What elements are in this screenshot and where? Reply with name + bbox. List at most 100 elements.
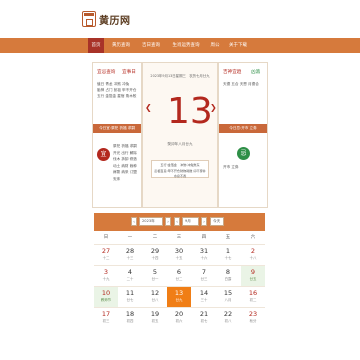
nav-item-download[interactable]: 关于下载	[224, 38, 252, 53]
month-select[interactable]: 9月	[182, 217, 199, 226]
left-header-bar: 今日宜:祭祀 祈福 求嗣	[93, 124, 141, 133]
calendar-day-number: 30	[174, 247, 184, 255]
nav-item-lucky-days[interactable]: 吉日查询	[137, 38, 165, 53]
calendar-day-cell[interactable]: 30 十五	[167, 245, 191, 265]
calendar-day-number: 27	[101, 247, 111, 255]
calendar-day-cell[interactable]: 14 三十	[192, 287, 216, 307]
calendar-lunar-label: 初八	[224, 319, 232, 323]
calendar-day-number: 19	[150, 310, 160, 318]
nav-item-zodiac[interactable]: 生肖运势查询	[166, 38, 206, 53]
calendar-lunar-label: 二十	[126, 277, 134, 281]
calendar-day-cell[interactable]: 1 十七	[216, 245, 240, 265]
calendar-day-cell[interactable]: 28 十三	[118, 245, 142, 265]
calendar-lunar-label: 十九	[102, 277, 110, 281]
calendar-day-cell[interactable]: 6 廿二	[167, 266, 191, 286]
calendar-day-cell[interactable]: 18 初四	[118, 308, 142, 328]
calendar-day-number: 13	[174, 289, 184, 297]
calendar-day-number: 18	[125, 310, 135, 318]
calendar-day-number: 28	[125, 247, 135, 255]
calendar-lunar-label: 十八	[249, 256, 257, 260]
calendar-day-cell[interactable]: 19 初五	[143, 308, 167, 328]
calendar-day-cell[interactable]: 31 十六	[192, 245, 216, 265]
calendar-header: ‹ 2023年 › ‹ 9月 › 今天	[94, 213, 265, 231]
calendar-day-number: 16	[248, 289, 258, 297]
calendar-day-number: 23	[248, 310, 258, 318]
ji-list: 开市 立券	[223, 165, 239, 169]
main-nav: 首页 黄历查询 吉日查询 生肖运势查询 周公 关于下载	[0, 38, 360, 53]
left-row: 五行 金箔金 星宿 角木蛟	[97, 94, 137, 98]
top-bar: 黄历网	[0, 0, 360, 38]
calendar-lunar-label: 廿三	[200, 277, 208, 281]
year-select[interactable]: 2023年	[139, 217, 163, 226]
calendar-day-cell[interactable]: 4 二十	[118, 266, 142, 286]
calendar-day-cell[interactable]: 21 初七	[192, 308, 216, 328]
calendar-day-cell[interactable]: 29 十四	[143, 245, 167, 265]
calendar-day-cell[interactable]: 16 初二	[241, 287, 265, 307]
calendar-day-cell[interactable]: 2 十八	[241, 245, 265, 265]
calendar-lunar-label: 十三	[126, 256, 134, 260]
calendar-lunar-label: 秋分	[249, 319, 257, 323]
next-month-button[interactable]: ›	[201, 217, 207, 226]
ji-badge: 忌	[237, 147, 250, 160]
right-label-1: 吉神宜趋	[223, 70, 242, 75]
calendar-day-cell[interactable]: 8 白露	[216, 266, 240, 286]
calendar-day-number: 22	[223, 310, 233, 318]
calendar-lunar-label: 十六	[200, 256, 208, 260]
prev-day-arrow-icon[interactable]: ❮	[145, 103, 152, 113]
calendar-lunar-label: 初二	[249, 298, 257, 302]
calendar-day-number: 5	[152, 268, 158, 276]
prev-month-button[interactable]: ‹	[174, 217, 180, 226]
calendar-day-cell[interactable]: 23 秋分	[241, 308, 265, 328]
calendar-day-cell[interactable]: 20 初六	[167, 308, 191, 328]
calendar-day-cell[interactable]: 7 廿三	[192, 266, 216, 286]
weekday-sat: 六	[250, 235, 256, 240]
calendar-day-number: 1	[225, 247, 231, 255]
calendar-lunar-label: 十五	[175, 256, 183, 260]
weekday-sun: 日	[103, 235, 109, 240]
calendar-day-cell[interactable]: 22 初八	[216, 308, 240, 328]
calendar-day-cell[interactable]: 13 廿九	[167, 287, 191, 307]
weekday-thu: 四	[201, 235, 207, 240]
calendar-day-number: 7	[201, 268, 207, 276]
nav-item-home[interactable]: 首页	[88, 38, 104, 53]
calendar-day-number: 17	[101, 310, 111, 318]
calendar-lunar-label: 廿二	[175, 277, 183, 281]
calendar-day-cell[interactable]: 5 廿一	[143, 266, 167, 286]
nav-item-almanac[interactable]: 黄历查询	[106, 38, 136, 53]
lunar-line: 癸卯年八月廿九	[167, 142, 193, 146]
calendar-day-cell[interactable]: 3 十九	[94, 266, 118, 286]
calendar-day-number: 6	[176, 268, 182, 276]
calendar-day-cell[interactable]: 10 教师节	[94, 287, 118, 307]
day-info-box: 五行:金箔金 冲煞:冲兔煞东 彭祖百忌:甲不开仓财物耗散 卯不穿井水泉不香	[151, 160, 209, 178]
calendar-day-cell[interactable]: 17 初三	[94, 308, 118, 328]
left-label-1: 宜忌查询	[97, 70, 116, 75]
calendar-lunar-label: 十四	[151, 256, 159, 260]
calendar-day-cell[interactable]: 15 八月	[216, 287, 240, 307]
calendar-lunar-label: 白露	[224, 277, 232, 281]
calendar-day-cell[interactable]: 27 十二	[94, 245, 118, 265]
calendar-day-cell[interactable]: 11 廿七	[118, 287, 142, 307]
right-rows: 天德 五合 天恩 月德合	[223, 81, 267, 87]
calendar-day-number: 10	[101, 289, 111, 297]
weekday-tue: 二	[152, 235, 158, 240]
calendar-lunar-label: 廿五	[249, 277, 257, 281]
site-logo[interactable]: 黄历网	[82, 9, 131, 29]
nav-item-dream[interactable]: 周公	[207, 38, 223, 53]
calendar-lunar-label: 廿七	[126, 298, 134, 302]
right-header-bar: 今日忌:开市 立券	[219, 124, 267, 133]
weekday-wed: 三	[176, 235, 182, 240]
calendar-lunar-label: 初六	[175, 319, 183, 323]
calendar-day-number: 2	[250, 247, 256, 255]
left-rows: 值日 青龙 冲煞 冲兔 胎神 占门 彭祖 甲不开仓 五行 金箔金 星宿 角木蛟	[97, 81, 141, 99]
prev-year-button[interactable]: ‹	[131, 217, 137, 226]
big-day-number: 13	[167, 91, 213, 132]
calendar-day-cell[interactable]: 9 廿五	[241, 266, 265, 286]
weekday-fri: 五	[225, 235, 231, 240]
left-panel: 宜忌查询 宜事日 值日 青龙 冲煞 冲兔 胎神 占门 彭祖 甲不开仓 五行 金箔…	[92, 62, 142, 208]
today-button[interactable]: 今天	[210, 217, 224, 226]
left-label-2: 宜事日	[122, 70, 136, 75]
next-year-button[interactable]: ›	[165, 217, 171, 226]
weekday-mon: 一	[127, 235, 133, 240]
calendar-day-cell[interactable]: 12 廿八	[143, 287, 167, 307]
center-panel: 2023年9月13日星期三 农历七月廿九 癸卯年八月廿九 五行:金箔金 冲煞:冲…	[142, 62, 218, 208]
